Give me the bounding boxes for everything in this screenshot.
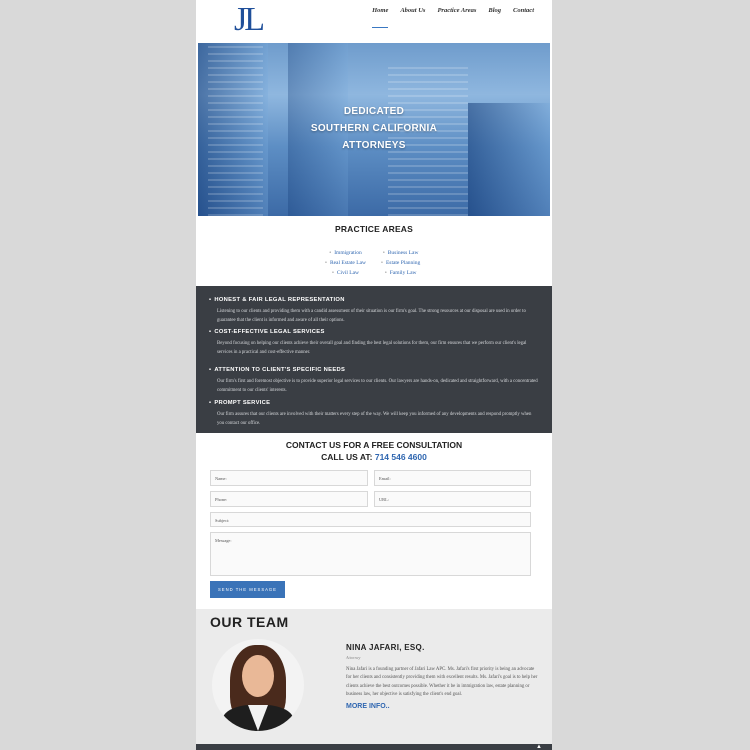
member-name: NINA JAFARI, ESQ. <box>346 643 425 652</box>
phone-field[interactable]: Phone: <box>210 491 368 507</box>
team-title: OUR TEAM <box>210 614 289 630</box>
email-field[interactable]: Email: <box>374 470 531 486</box>
practice-link-civil-law[interactable]: Civil Law <box>325 268 366 278</box>
feature-text: Listening to our clients and providing t… <box>217 309 526 323</box>
hero-banner: DEDICATED SOUTHERN CALIFORNIA ATTORNEYS <box>198 43 550 216</box>
practice-list-left: Immigration Real Estate Law Civil Law <box>325 248 366 278</box>
feature-item: HONEST & FAIR LEGAL REPRESENTATION Liste… <box>209 297 539 325</box>
send-message-button[interactable]: SEND THE MESSAGE <box>210 581 285 598</box>
contact-section: CONTACT US FOR A FREE CONSULTATION CALL … <box>196 433 552 609</box>
practice-link-immigration[interactable]: Immigration <box>325 248 366 258</box>
practice-areas-section: PRACTICE AREAS Immigration Real Estate L… <box>196 224 552 276</box>
call-label: CALL US AT: <box>321 452 373 462</box>
main-nav: Home About Us Practice Areas Blog Contac… <box>372 7 534 28</box>
name-field[interactable]: Name: <box>210 470 368 486</box>
feature-title: ATTENTION TO CLIENT'S SPECIFIC NEEDS <box>209 367 539 373</box>
hero-line-1: DEDICATED <box>343 106 405 117</box>
url-field[interactable]: URL: <box>374 491 531 507</box>
feature-text: Beyond focusing on helping our clients a… <box>217 341 527 355</box>
hero-headline: DEDICATED SOUTHERN CALIFORNIA ATTORNEYS <box>198 103 550 154</box>
feature-text: Our firm's first and foremost objective … <box>217 379 538 393</box>
team-member-photo <box>212 639 304 731</box>
subject-field[interactable]: Subject: <box>210 512 531 527</box>
contact-title: CONTACT US FOR A FREE CONSULTATION CALL … <box>196 439 552 463</box>
feature-title: COST-EFFECTIVE LEGAL SERVICES <box>209 329 539 335</box>
site-header: JL Home About Us Practice Areas Blog Con… <box>196 0 552 42</box>
nav-practice-areas[interactable]: Practice Areas <box>437 7 476 28</box>
hero-line-3: ATTORNEYS <box>342 140 406 151</box>
practice-link-real-estate[interactable]: Real Estate Law <box>325 258 366 268</box>
feature-item: PROMPT SERVICE Our firm assures that our… <box>209 400 539 428</box>
practice-link-estate-planning[interactable]: Estate Planning <box>381 258 420 268</box>
practice-link-business-law[interactable]: Business Law <box>381 248 420 258</box>
feature-item: ATTENTION TO CLIENT'S SPECIFIC NEEDS Our… <box>209 367 539 395</box>
member-role: Attorney <box>346 655 361 660</box>
nav-blog[interactable]: Blog <box>488 7 501 28</box>
feature-title: PROMPT SERVICE <box>209 400 539 406</box>
message-field[interactable]: Message: <box>210 532 531 576</box>
practice-list-right: Business Law Estate Planning Family Law <box>381 248 420 278</box>
more-info-link[interactable]: MORE INFO.. <box>346 703 538 710</box>
scroll-top-icon[interactable]: ▲ <box>536 744 542 750</box>
site-footer: ▲ <box>196 744 552 750</box>
feature-text: Our firm assures that our clients are in… <box>217 412 532 426</box>
nav-contact[interactable]: Contact <box>513 7 534 28</box>
page: JL Home About Us Practice Areas Blog Con… <box>196 0 552 750</box>
feature-title: HONEST & FAIR LEGAL REPRESENTATION <box>209 297 539 303</box>
practice-link-family-law[interactable]: Family Law <box>381 268 420 278</box>
phone-link[interactable]: 714 546 4600 <box>375 452 427 462</box>
team-section: OUR TEAM NINA JAFARI, ESQ. Attorney Nina… <box>196 609 552 750</box>
nav-about-us[interactable]: About Us <box>400 7 425 28</box>
features-section: HONEST & FAIR LEGAL REPRESENTATION Liste… <box>196 286 552 433</box>
contact-heading: CONTACT US FOR A FREE CONSULTATION <box>285 440 463 450</box>
nav-home[interactable]: Home <box>372 7 389 28</box>
practice-areas-title: PRACTICE AREAS <box>334 224 414 234</box>
site-logo[interactable]: JL <box>234 3 265 37</box>
member-bio: Nina Jafari is a founding partner of Jaf… <box>346 667 538 698</box>
hero-line-2: SOUTHERN CALIFORNIA <box>310 123 438 134</box>
team-member-info: NINA JAFARI, ESQ. Attorney Nina Jafari i… <box>346 643 538 710</box>
feature-item: COST-EFFECTIVE LEGAL SERVICES Beyond foc… <box>209 329 539 357</box>
photo-face <box>242 655 274 697</box>
